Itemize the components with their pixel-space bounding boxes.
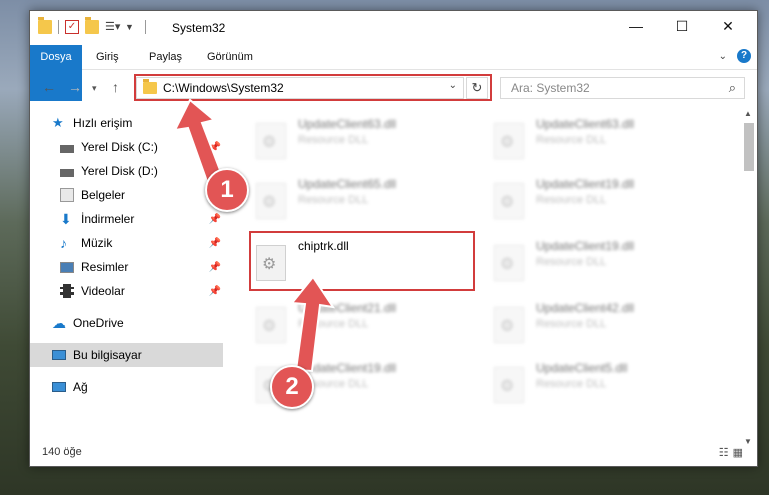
explorer-window: ✓ ☰▾ ▼ System32 — ☐ ✕ Dosya Giriş Paylaş… <box>29 10 758 467</box>
file-name: UpdateClient19.dll <box>536 177 635 191</box>
network-icon <box>52 382 66 392</box>
file-description: Resource DLL <box>298 194 369 206</box>
file-item[interactable]: UpdateClient19.dll Resource DLL <box>484 169 714 225</box>
file-name: UpdateClient19.dll <box>536 239 635 253</box>
file-name: UpdateClient65.dll <box>298 177 397 191</box>
file-name: UpdateClient63.dll <box>298 117 397 131</box>
item-count: 140 öğe <box>42 446 82 458</box>
sidebar-item-label: OneDrive <box>73 316 124 330</box>
search-placeholder: Ara: System32 <box>511 81 590 95</box>
minimize-button[interactable]: — <box>613 11 659 41</box>
sidebar-item-onedrive[interactable]: ☁ OneDrive <box>30 311 223 335</box>
up-arrow-icon[interactable]: ↑ <box>112 79 119 95</box>
ribbon-right-controls: ⌄ ? <box>719 49 751 63</box>
view-mode-icons[interactable]: ☷▦ <box>719 446 747 459</box>
step-badge-2: 2 <box>270 365 314 409</box>
sidebar-item-label: Yerel Disk (D:) <box>81 164 158 178</box>
cloud-icon: ☁ <box>52 315 66 331</box>
file-description: Resource DLL <box>536 378 607 390</box>
file-name: UpdateClient63.dll <box>536 117 635 131</box>
dll-file-icon <box>494 183 524 219</box>
sidebar-item-pictures[interactable]: Resimler 📌 <box>30 255 223 279</box>
sidebar-item-label: Hızlı erişim <box>73 116 133 130</box>
file-name: UpdateClient42.dll <box>536 301 635 315</box>
vertical-scrollbar[interactable]: ▲ ▼ <box>741 107 755 449</box>
picture-icon <box>60 261 74 273</box>
pin-icon: 📌 <box>208 213 221 225</box>
file-item[interactable]: UpdateClient19.dll Resource DLL <box>484 231 714 287</box>
sidebar-item-network[interactable]: Ağ <box>30 375 223 399</box>
sidebar-item-label: Yerel Disk (C:) <box>81 140 158 154</box>
folder-icon <box>38 17 52 34</box>
download-icon: ⬇ <box>60 211 72 227</box>
file-description: Resource DLL <box>298 134 369 146</box>
pin-icon: 📌 <box>208 261 221 273</box>
new-folder-icon[interactable] <box>85 17 99 34</box>
sidebar-item-label: Videolar <box>81 284 125 298</box>
file-item[interactable]: UpdateClient42.dll Resource DLL <box>484 293 714 349</box>
sidebar-item-this-pc[interactable]: Bu bilgisayar <box>30 343 223 367</box>
tab-view[interactable]: Görünüm <box>195 45 265 69</box>
chevron-down-icon[interactable]: ▾ <box>92 83 97 94</box>
sidebar-item-videos[interactable]: Videolar 📌 <box>30 279 223 303</box>
tab-home[interactable]: Giriş <box>84 45 131 69</box>
properties-icon[interactable]: ✓ <box>65 20 79 34</box>
pin-icon: 📌 <box>208 285 221 297</box>
dll-file-icon <box>494 307 524 343</box>
customize-icon[interactable]: ☰▾ <box>105 20 120 34</box>
file-item[interactable]: UpdateClient63.dll Resource DLL <box>246 109 476 165</box>
scroll-up-icon[interactable]: ▲ <box>741 107 755 121</box>
window-title: System32 <box>172 21 226 35</box>
file-item[interactable]: UpdateClient5.dll Resource DLL <box>484 353 714 409</box>
step-badge-1: 1 <box>205 168 249 212</box>
sidebar-item-downloads[interactable]: ⬇ İndirmeler 📌 <box>30 207 223 231</box>
star-icon: ★ <box>52 115 64 130</box>
back-arrow-icon[interactable]: ← <box>42 79 56 95</box>
forward-arrow-icon[interactable]: → <box>68 79 82 95</box>
scroll-thumb[interactable] <box>744 123 754 171</box>
chevron-down-icon[interactable]: ⌄ <box>719 51 727 62</box>
divider <box>145 20 146 34</box>
divider <box>58 20 59 34</box>
drive-icon <box>60 145 74 153</box>
dll-file-icon <box>494 123 524 159</box>
music-icon: ♪ <box>60 235 67 251</box>
search-icon[interactable]: ⌕ <box>729 80 736 96</box>
dll-file-icon <box>494 245 524 281</box>
sidebar-item-music[interactable]: ♪ Müzik 📌 <box>30 231 223 255</box>
maximize-button[interactable]: ☐ <box>659 11 705 41</box>
sidebar-item-label: İndirmeler <box>81 212 135 226</box>
help-icon[interactable]: ? <box>737 49 751 63</box>
file-description: Resource DLL <box>536 318 607 330</box>
navigation-bar: ← → ▾ ↑ C:\Windows\System32 ⌄ ↻ Ara: Sys… <box>30 71 757 105</box>
tab-share[interactable]: Paylaş <box>137 45 194 69</box>
sidebar-item-label: Müzik <box>81 236 113 250</box>
chevron-down-icon[interactable]: ▼ <box>125 20 139 34</box>
dll-file-icon <box>256 183 286 219</box>
dll-file-icon <box>256 123 286 159</box>
file-description: Resource DLL <box>536 194 607 206</box>
file-description: Resource DLL <box>536 256 607 268</box>
file-item[interactable]: UpdateClient63.dll Resource DLL <box>484 109 714 165</box>
ribbon-tabs: Dosya Giriş Paylaş Görünüm ⌄ ? <box>30 45 757 101</box>
sidebar-item-label: Ağ <box>73 380 88 394</box>
video-icon <box>60 284 74 298</box>
file-name: UpdateClient5.dll <box>536 361 628 375</box>
pin-icon: 📌 <box>208 237 221 249</box>
search-input[interactable]: Ara: System32 ⌕ <box>500 77 745 99</box>
computer-icon <box>52 350 66 360</box>
status-bar: 140 öğe ☷▦ <box>30 440 757 466</box>
sidebar-item-label: Belgeler <box>81 188 126 202</box>
file-description: Resource DLL <box>536 134 607 146</box>
dll-file-icon <box>494 367 524 403</box>
sidebar-item-label: Bu bilgisayar <box>73 348 142 362</box>
close-button[interactable]: ✕ <box>705 11 751 41</box>
annotation-arrow-2 <box>290 275 336 373</box>
file-item[interactable]: UpdateClient65.dll Resource DLL <box>246 169 476 225</box>
document-icon <box>60 188 74 202</box>
drive-icon <box>60 169 74 177</box>
quick-access-toolbar: ✓ ☰▾ ▼ <box>38 17 146 34</box>
title-bar: ✓ ☰▾ ▼ System32 — ☐ ✕ <box>30 11 757 45</box>
sidebar-item-label: Resimler <box>81 260 129 274</box>
